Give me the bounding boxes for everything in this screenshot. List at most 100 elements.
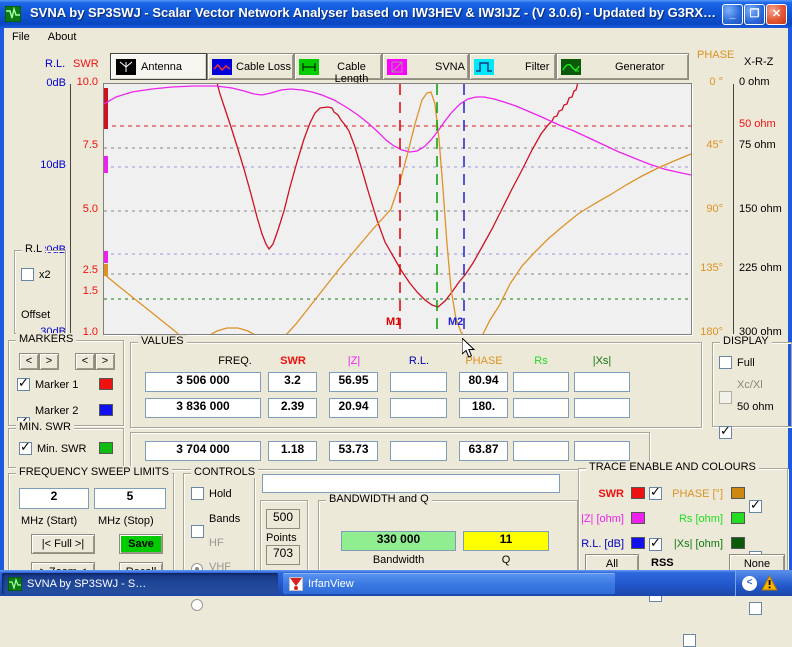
marker1-z-field[interactable]: 56.95 bbox=[329, 372, 378, 392]
window-title: SVNA by SP3SWJ - Scalar Vector Network A… bbox=[30, 5, 716, 20]
ohm-tick: 225 ohm bbox=[739, 262, 782, 274]
marker1-prev-button[interactable]: < bbox=[19, 353, 39, 370]
trace-swr-checkbox[interactable] bbox=[649, 487, 662, 500]
min-swr-phase-field[interactable]: 63.87 bbox=[459, 441, 508, 461]
marker2-next-button[interactable]: > bbox=[95, 353, 115, 370]
bands-checkbox[interactable] bbox=[191, 525, 204, 538]
freq-sweep-title: FREQUENCY SWEEP LIMITS bbox=[16, 466, 172, 478]
min-swr-rs-field[interactable] bbox=[513, 441, 569, 461]
marker2-color-swatch[interactable] bbox=[99, 404, 113, 416]
trace-rss-label: RSS bbox=[651, 557, 674, 569]
hold-checkbox[interactable] bbox=[191, 487, 204, 500]
trace-rss-checkbox[interactable] bbox=[683, 634, 696, 647]
marker1-phase-field[interactable]: 80.94 bbox=[459, 372, 508, 392]
points-bottom-field[interactable]: 703 bbox=[266, 545, 300, 565]
trace-phase-checkbox[interactable] bbox=[749, 500, 762, 513]
min-swr-title: MIN. SWR bbox=[16, 421, 74, 433]
values-group: VALUES FREQ. SWR |Z| R.L. PHASE Rs |Xs| … bbox=[130, 342, 702, 428]
minimize-button[interactable]: _ bbox=[722, 4, 743, 25]
menu-file[interactable]: File bbox=[12, 31, 30, 43]
trace-swr-swatch[interactable] bbox=[631, 487, 645, 499]
min-swr-xs-field[interactable] bbox=[574, 441, 630, 461]
generator-icon bbox=[561, 59, 581, 75]
tab-svna-label: SVNA bbox=[435, 61, 465, 73]
menu-about[interactable]: About bbox=[48, 31, 77, 43]
full-span-button[interactable]: |< Full >| bbox=[31, 534, 95, 554]
trace-z-checkbox[interactable] bbox=[649, 538, 662, 551]
left-axis-swr-tick: 10.0 bbox=[71, 76, 98, 88]
left-axis-swr-label: SWR bbox=[73, 58, 99, 70]
min-swr-color-swatch[interactable] bbox=[99, 442, 113, 454]
trace-rs-swatch[interactable] bbox=[731, 512, 745, 524]
tab-filter[interactable]: Filter bbox=[469, 53, 556, 80]
marker2-freq-field[interactable]: 3 836 000 bbox=[145, 398, 261, 418]
freq-sweep-group: FREQUENCY SWEEP LIMITS 2 5 MHz (Start) M… bbox=[8, 473, 174, 571]
titlebar: SVNA by SP3SWJ - Scalar Vector Network A… bbox=[0, 0, 792, 28]
marker2-rs-field[interactable] bbox=[513, 398, 569, 418]
display-full-label: Full bbox=[737, 357, 755, 369]
tab-svna[interactable]: SVNA bbox=[382, 53, 469, 80]
marker1-checkbox[interactable] bbox=[17, 378, 30, 391]
trace-phase-swatch[interactable] bbox=[731, 487, 745, 499]
marker1-color-swatch[interactable] bbox=[99, 378, 113, 390]
q-label: Q bbox=[463, 554, 549, 566]
marker2-swr-field[interactable]: 2.39 bbox=[268, 398, 317, 418]
display-xcxl-label: Xc/Xl bbox=[737, 379, 763, 391]
min-swr-row-group: 3 704 000 1.18 53.73 63.87 bbox=[130, 432, 650, 470]
freq-start-input[interactable]: 2 bbox=[19, 488, 89, 509]
min-swr-rl-field[interactable] bbox=[390, 441, 447, 461]
controls-title: CONTROLS bbox=[191, 466, 258, 478]
close-button[interactable]: ✕ bbox=[766, 4, 787, 25]
bands-label: Bands bbox=[209, 513, 240, 525]
marker1-freq-field[interactable]: 3 506 000 bbox=[145, 372, 261, 392]
tab-cable-loss[interactable]: Cable Loss bbox=[207, 53, 294, 80]
bandwidth-title: BANDWIDTH and Q bbox=[326, 493, 432, 505]
rl-x2-checkbox[interactable] bbox=[21, 268, 34, 281]
chart-area[interactable]: M1 M2 bbox=[103, 83, 692, 335]
save-button[interactable]: Save bbox=[119, 534, 163, 554]
marker1-xs-field[interactable] bbox=[574, 372, 630, 392]
marker1-next-button[interactable]: > bbox=[39, 353, 59, 370]
vhf-radio[interactable] bbox=[191, 599, 203, 611]
display-50ohm-checkbox[interactable] bbox=[719, 426, 732, 439]
marker1-rl-field[interactable] bbox=[390, 372, 447, 392]
points-top-field[interactable]: 500 bbox=[266, 509, 300, 529]
tab-antenna[interactable]: Antenna bbox=[110, 53, 207, 80]
tray-chevron-button[interactable]: < bbox=[742, 576, 757, 591]
left-axis-db-tick: 10dB bbox=[26, 159, 66, 171]
min-swr-freq-field[interactable]: 3 704 000 bbox=[145, 441, 261, 461]
left-axis-rl-label: R.L. bbox=[45, 58, 65, 70]
trace-z-label: |Z| [ohm] bbox=[579, 513, 624, 525]
markers-group: MARKERS < > < > Marker 1 Marker 2 bbox=[8, 340, 124, 426]
trace-xs-checkbox[interactable] bbox=[749, 602, 762, 615]
min-swr-checkbox[interactable] bbox=[19, 442, 32, 455]
taskbar-button-irfanview[interactable]: IrfanView bbox=[283, 573, 615, 594]
marker2-z-field[interactable]: 20.94 bbox=[329, 398, 378, 418]
freq-start-label: MHz (Start) bbox=[21, 515, 77, 527]
left-axis-swr-tick: 5.0 bbox=[71, 203, 98, 215]
svna-task-icon bbox=[8, 577, 22, 591]
hf-label: HF bbox=[209, 537, 224, 549]
controls-text-input[interactable] bbox=[262, 474, 560, 493]
min-swr-z-field[interactable]: 53.73 bbox=[329, 441, 378, 461]
restore-button[interactable]: ❐ bbox=[744, 4, 765, 25]
tab-cable-length[interactable]: Cable Length bbox=[294, 53, 382, 80]
tab-cable-length-label: Cable Length bbox=[322, 61, 381, 85]
trace-xs-swatch[interactable] bbox=[731, 537, 745, 549]
display-xcxl-checkbox[interactable] bbox=[719, 391, 732, 404]
marker2-prev-button[interactable]: < bbox=[75, 353, 95, 370]
marker2-phase-field[interactable]: 180. bbox=[459, 398, 508, 418]
tray-warning-icon[interactable] bbox=[761, 575, 778, 591]
min-swr-swr-field[interactable]: 1.18 bbox=[268, 441, 317, 461]
marker1-rs-field[interactable] bbox=[513, 372, 569, 392]
tab-generator[interactable]: Generator bbox=[556, 53, 689, 80]
marker2-checkbox-label: Marker 2 bbox=[35, 405, 78, 417]
display-full-checkbox[interactable] bbox=[719, 356, 732, 369]
freq-stop-input[interactable]: 5 bbox=[94, 488, 166, 509]
taskbar-button-svna[interactable]: SVNA by SP3SWJ - S… bbox=[2, 573, 278, 594]
marker1-swr-field[interactable]: 3.2 bbox=[268, 372, 317, 392]
trace-rl-swatch[interactable] bbox=[631, 537, 645, 549]
trace-z-swatch[interactable] bbox=[631, 512, 645, 524]
marker2-xs-field[interactable] bbox=[574, 398, 630, 418]
marker2-rl-field[interactable] bbox=[390, 398, 447, 418]
